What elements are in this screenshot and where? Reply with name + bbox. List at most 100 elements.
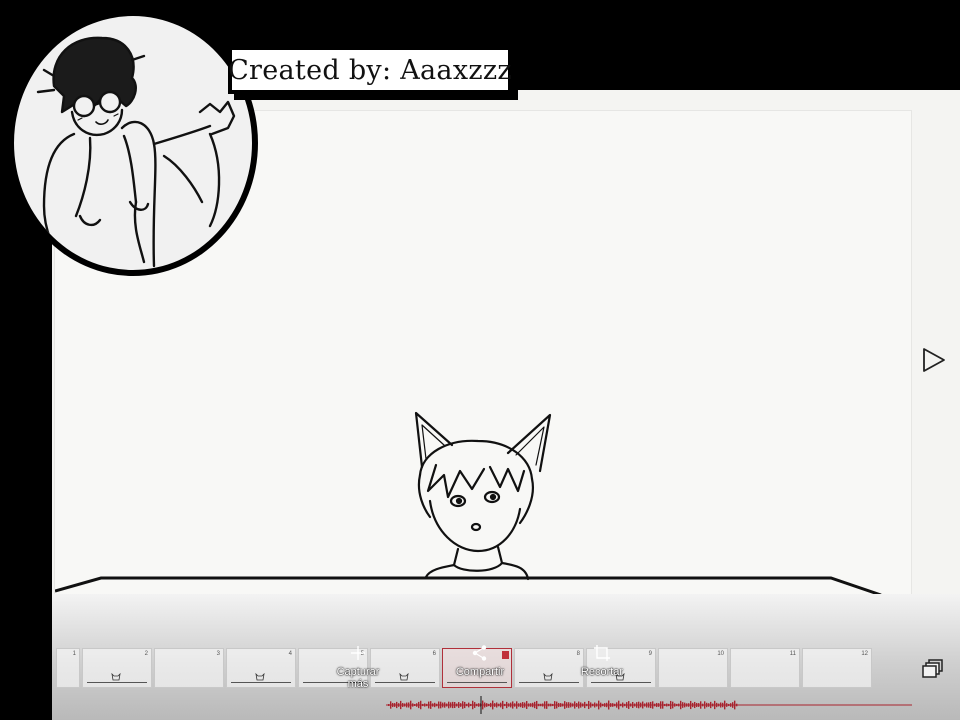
- waveform-bar: [698, 703, 700, 707]
- waveform-bar: [546, 701, 548, 709]
- waveform-bar: [440, 701, 442, 709]
- waveform-bar: [652, 701, 654, 709]
- waveform-bar: [404, 703, 406, 707]
- waveform-bar: [686, 703, 688, 707]
- waveform-bar: [596, 703, 598, 707]
- frame-number: 4: [288, 651, 292, 657]
- waveform-bar: [670, 700, 672, 710]
- waveform-bar: [556, 701, 558, 709]
- waveform-bar: [622, 702, 624, 708]
- waveform-bar: [456, 703, 458, 707]
- play-icon[interactable]: [920, 346, 948, 374]
- waveform-bar: [590, 702, 592, 708]
- waveform-bar: [498, 703, 500, 707]
- waveform-bar: [530, 703, 532, 707]
- waveform-bar: [722, 702, 724, 708]
- waveform-bar: [682, 702, 684, 708]
- waveform-bar: [388, 704, 390, 706]
- waveform-bar: [512, 701, 514, 709]
- waveform-bar: [584, 701, 586, 709]
- timeline-frame[interactable]: 1: [56, 648, 80, 688]
- waveform-bar: [490, 702, 492, 708]
- waveform-bar: [628, 701, 630, 709]
- waveform-bar: [504, 703, 506, 707]
- waveform-bar: [558, 702, 560, 708]
- waveform-bar: [694, 701, 696, 709]
- frame-number: 10: [717, 651, 724, 657]
- frame-number: 12: [861, 651, 868, 657]
- share-button[interactable]: Compartir: [448, 644, 512, 678]
- waveform-bar: [414, 703, 416, 707]
- plus-icon: [351, 646, 365, 660]
- timeline-frame[interactable]: 10: [658, 648, 728, 688]
- waveform-bar: [618, 700, 620, 710]
- waveform-bar: [402, 703, 404, 707]
- layers-icon[interactable]: [921, 657, 945, 681]
- waveform-bar: [424, 703, 426, 707]
- waveform-bar: [706, 702, 708, 708]
- waveform-bar: [550, 703, 552, 707]
- waveform-bar: [434, 702, 436, 708]
- timeline-frame[interactable]: 3: [154, 648, 224, 688]
- frame-number: 11: [789, 651, 796, 657]
- audio-waveform[interactable]: [386, 696, 912, 714]
- waveform-bar: [660, 701, 662, 709]
- waveform-bar: [578, 701, 580, 709]
- waveform-bar: [446, 703, 448, 707]
- crop-button[interactable]: Recortar: [572, 644, 632, 678]
- waveform-bar: [602, 703, 604, 707]
- waveform-bar: [520, 702, 522, 708]
- waveform-bar: [574, 701, 576, 709]
- waveform-bar: [586, 703, 588, 707]
- crop-icon: [594, 645, 610, 661]
- frame-thumbnail-character: [543, 673, 553, 681]
- waveform-bar: [412, 703, 414, 707]
- waveform-bar: [460, 703, 462, 707]
- frame-number: 6: [432, 651, 436, 657]
- waveform-bar: [642, 701, 644, 709]
- waveform-bar: [692, 702, 694, 708]
- timeline-frame[interactable]: 4: [226, 648, 296, 688]
- waveform-bar: [664, 703, 666, 707]
- timeline-frame[interactable]: 12: [802, 648, 872, 688]
- waveform-bar: [418, 701, 420, 709]
- cat-character-drawing: [414, 411, 552, 581]
- waveform-bar: [650, 701, 652, 709]
- waveform-bar: [444, 702, 446, 708]
- waveform-bar: [426, 703, 428, 707]
- timeline-frame[interactable]: 11: [730, 648, 800, 688]
- waveform-bar: [734, 700, 736, 710]
- waveform-bar: [516, 701, 518, 709]
- timeline-frame[interactable]: 2: [82, 648, 152, 688]
- waveform-bar: [726, 703, 728, 707]
- capture-more-button[interactable]: Capturar más: [328, 644, 388, 690]
- waveform-bar: [606, 702, 608, 708]
- waveform-bar: [608, 700, 610, 710]
- frame-thumbnail-floor: [447, 682, 507, 683]
- waveform-bar: [526, 701, 528, 709]
- waveform-bar: [616, 702, 618, 708]
- waveform-bar: [634, 703, 636, 707]
- waveform-bar: [688, 703, 690, 707]
- waveform-bar: [540, 703, 542, 707]
- frame-thumbnail-character: [255, 673, 265, 681]
- waveform-bar: [554, 701, 556, 709]
- waveform-bar: [422, 703, 424, 707]
- share-label: Compartir: [455, 666, 505, 678]
- waveform-bar: [538, 703, 540, 707]
- frame-thumbnail-floor: [591, 682, 651, 683]
- waveform-bar: [410, 700, 412, 710]
- waveform-bar: [716, 702, 718, 708]
- waveform-bar: [638, 701, 640, 709]
- waveform-bar: [710, 701, 712, 709]
- waveform-bar: [568, 702, 570, 708]
- waveform-bar: [436, 703, 438, 707]
- waveform-bar: [522, 702, 524, 708]
- capture-label: Capturar: [336, 666, 380, 678]
- waveform-bar: [534, 701, 536, 709]
- waveform-bar: [536, 700, 538, 710]
- waveform-bar: [454, 702, 456, 708]
- waveform-bar: [630, 703, 632, 707]
- waveform-bar: [560, 703, 562, 707]
- waveform-bar: [676, 703, 678, 707]
